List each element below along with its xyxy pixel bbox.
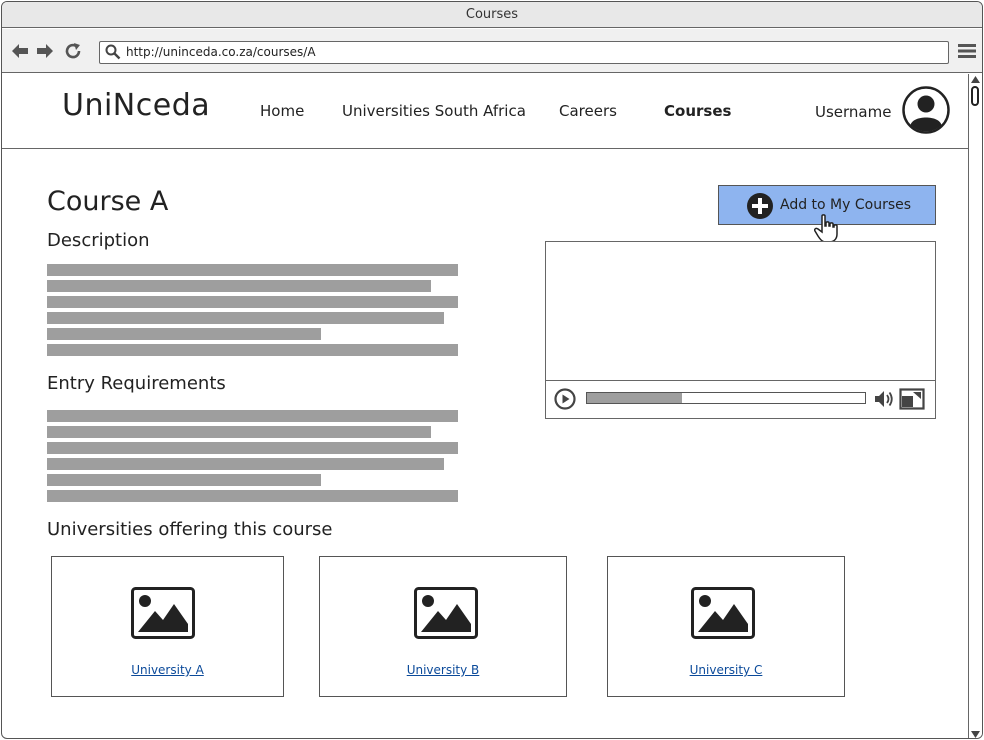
image-placeholder-icon (414, 587, 478, 639)
user-avatar-icon[interactable] (902, 86, 950, 134)
hamburger-menu-icon[interactable] (958, 43, 976, 59)
image-placeholder-icon (131, 587, 195, 639)
scroll-down-icon[interactable] (971, 731, 980, 738)
add-button-label: Add to My Courses (780, 197, 912, 213)
plus-circle-icon (747, 193, 773, 219)
video-controls (546, 380, 935, 418)
scroll-up-icon[interactable] (971, 76, 980, 83)
university-card[interactable]: University A (51, 556, 284, 697)
browser-toolbar (2, 29, 982, 73)
back-arrow-icon[interactable] (10, 42, 30, 60)
university-link[interactable]: University B (320, 663, 566, 677)
entry-requirements-text-placeholder (47, 410, 458, 506)
universities-heading: Universities offering this course (47, 519, 333, 540)
search-icon (105, 44, 121, 60)
page-viewport: UniNceda Home Universities South Africa … (2, 74, 968, 738)
play-icon[interactable] (554, 388, 576, 410)
university-link[interactable]: University C (608, 663, 844, 677)
username-label[interactable]: Username (815, 103, 891, 121)
hand-cursor-icon (814, 214, 838, 243)
nav-universities-south-africa[interactable]: Universities South Africa (342, 102, 526, 120)
site-header: UniNceda Home Universities South Africa … (2, 74, 968, 149)
image-placeholder-icon (691, 587, 755, 639)
vertical-scrollbar[interactable] (968, 74, 982, 738)
entry-requirements-heading: Entry Requirements (47, 373, 226, 394)
description-text-placeholder (47, 264, 458, 360)
window-title: Courses (2, 2, 982, 28)
video-progress-bar[interactable] (586, 392, 866, 404)
reload-icon[interactable] (64, 42, 84, 60)
nav-courses[interactable]: Courses (664, 102, 731, 120)
page-title: Course A (47, 186, 169, 217)
scroll-thumb[interactable] (971, 86, 979, 106)
video-progress-fill (587, 393, 682, 403)
nav-careers[interactable]: Careers (559, 102, 617, 120)
browser-window: Courses UniNceda Home (1, 1, 983, 739)
university-card[interactable]: University B (319, 556, 567, 697)
forward-arrow-icon[interactable] (35, 42, 55, 60)
nav-home[interactable]: Home (260, 102, 304, 120)
video-player[interactable] (545, 241, 936, 419)
url-input[interactable] (126, 44, 926, 60)
description-heading: Description (47, 230, 150, 251)
fullscreen-icon[interactable] (899, 388, 925, 410)
address-bar[interactable] (99, 41, 949, 64)
university-link[interactable]: University A (52, 663, 283, 677)
site-logo[interactable]: UniNceda (62, 88, 210, 123)
university-card[interactable]: University C (607, 556, 845, 697)
volume-icon[interactable] (873, 389, 895, 409)
